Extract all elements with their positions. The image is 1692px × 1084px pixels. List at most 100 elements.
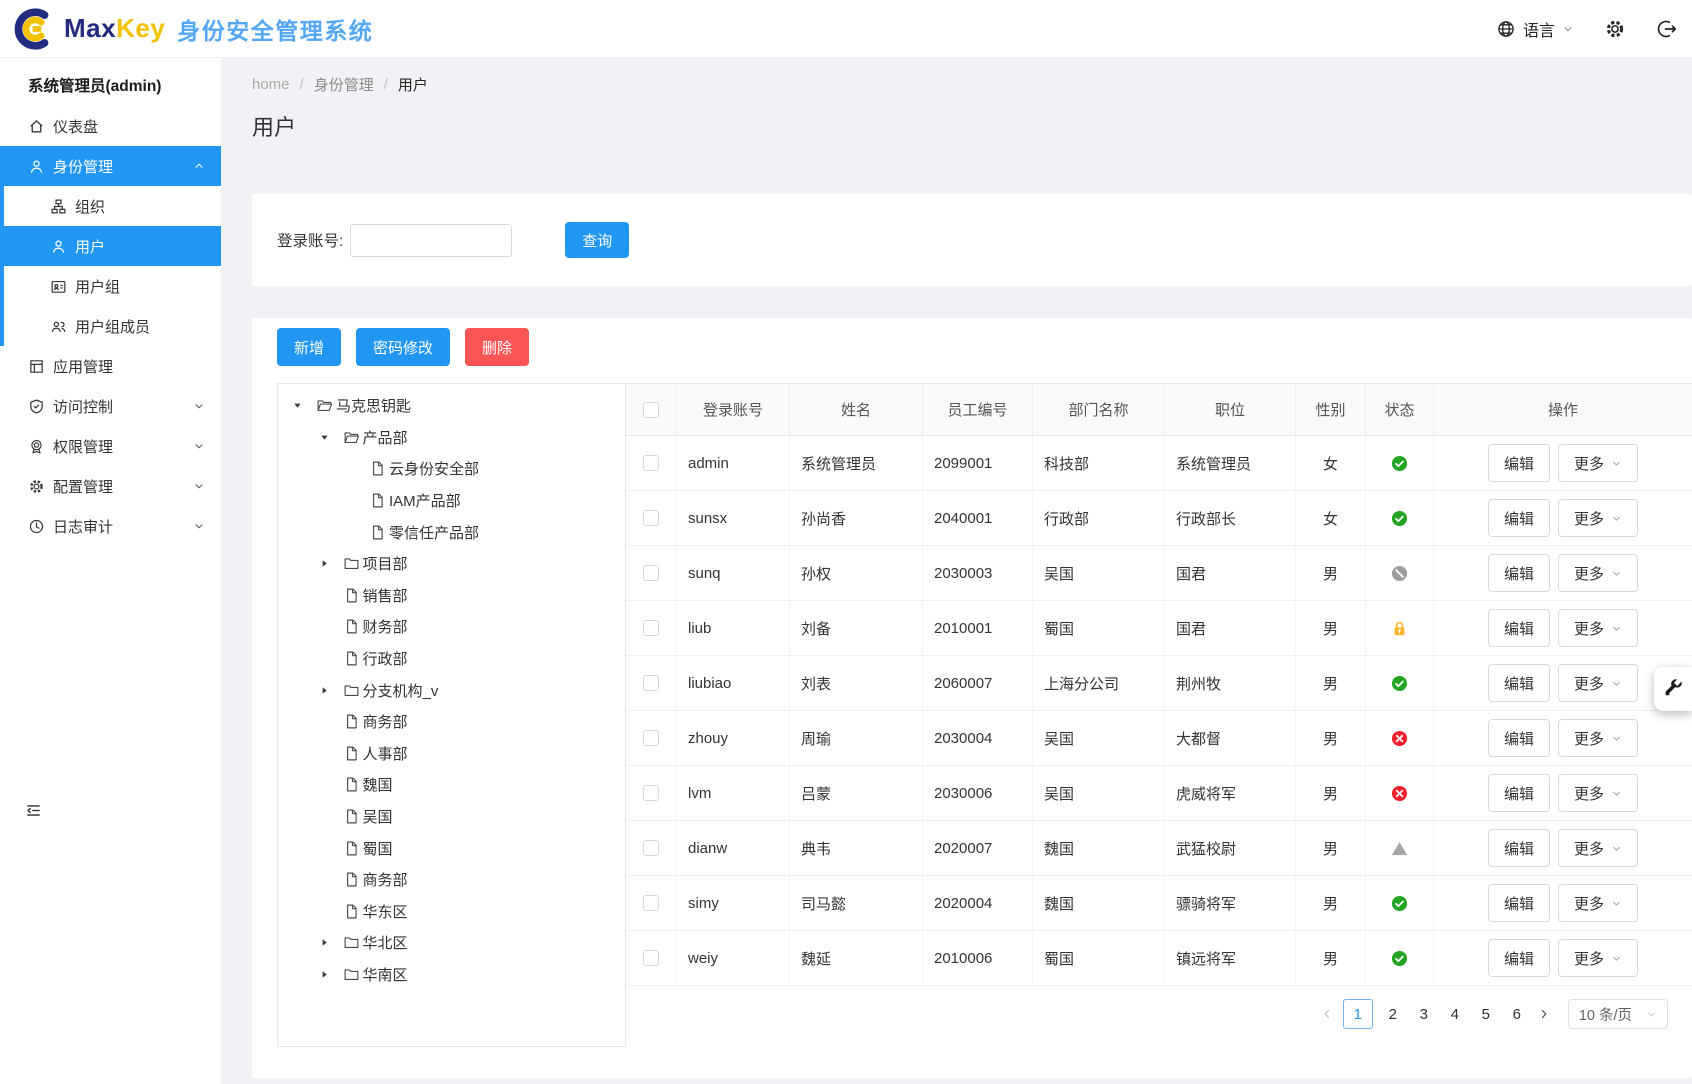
caret-down-icon[interactable] [292, 400, 316, 411]
status-locked-icon [1391, 620, 1408, 637]
sidebar-item-identity[interactable]: 身份管理 [0, 146, 221, 186]
change-password-button[interactable]: 密码修改 [356, 328, 450, 366]
row-checkbox[interactable] [643, 620, 659, 636]
row-checkbox[interactable] [643, 730, 659, 746]
tree-node[interactable]: 财务部 [278, 611, 625, 643]
sidebar-item-users[interactable]: 用户 [4, 226, 221, 266]
logout-button[interactable] [1656, 18, 1678, 40]
page-1-button[interactable]: 1 [1343, 999, 1373, 1029]
more-button[interactable]: 更多 [1558, 554, 1638, 592]
page-4-button[interactable]: 4 [1444, 999, 1466, 1029]
status-active-icon [1391, 895, 1408, 912]
tree-node[interactable]: 华北区 [278, 927, 625, 959]
edit-button[interactable]: 编辑 [1488, 444, 1550, 482]
row-checkbox[interactable] [643, 675, 659, 691]
prev-page-button[interactable] [1320, 1007, 1334, 1021]
edit-button[interactable]: 编辑 [1488, 554, 1550, 592]
sidebar-item-organizations[interactable]: 组织 [4, 186, 221, 226]
row-checkbox[interactable] [643, 895, 659, 911]
add-button[interactable]: 新增 [277, 328, 341, 366]
more-button[interactable]: 更多 [1558, 774, 1638, 812]
more-button[interactable]: 更多 [1558, 444, 1638, 482]
column-header-label: 姓名 [841, 399, 871, 420]
tree-node[interactable]: IAM产品部 [278, 485, 625, 517]
tree-node[interactable]: 行政部 [278, 643, 625, 675]
cell-employee_id: 2030004 [923, 711, 1033, 765]
caret-right-icon[interactable] [319, 969, 343, 980]
caret-right-icon[interactable] [319, 685, 343, 696]
tree-node[interactable]: 云身份安全部 [278, 453, 625, 485]
edit-button[interactable]: 编辑 [1488, 499, 1550, 537]
edit-button[interactable]: 编辑 [1488, 664, 1550, 702]
file-icon [343, 808, 360, 825]
tree-node[interactable]: 项目部 [278, 548, 625, 580]
more-button[interactable]: 更多 [1558, 884, 1638, 922]
account-input[interactable] [350, 224, 512, 257]
page-6-button[interactable]: 6 [1506, 999, 1528, 1029]
more-button[interactable]: 更多 [1558, 664, 1638, 702]
sidebar-item-permissions[interactable]: 权限管理 [0, 426, 221, 466]
sidebar-item-access-control[interactable]: 访问控制 [0, 386, 221, 426]
tree-node[interactable]: 商务部 [278, 706, 625, 738]
tree-node[interactable]: 吴国 [278, 801, 625, 833]
more-button[interactable]: 更多 [1558, 719, 1638, 757]
menu-collapse-button[interactable] [24, 802, 43, 822]
tree-node[interactable]: 华南区 [278, 959, 625, 991]
delete-button[interactable]: 删除 [465, 328, 529, 366]
edit-button[interactable]: 编辑 [1488, 609, 1550, 647]
chevron-down-icon [1611, 513, 1622, 524]
more-button[interactable]: 更多 [1558, 829, 1638, 867]
cell-checkbox [626, 931, 677, 985]
row-checkbox[interactable] [643, 840, 659, 856]
row-checkbox[interactable] [643, 785, 659, 801]
sidebar-item-audit-log[interactable]: 日志审计 [0, 506, 221, 546]
column-header-department: 部门名称 [1033, 384, 1165, 435]
sidebar-item-configuration[interactable]: 配置管理 [0, 466, 221, 506]
more-button-label: 更多 [1574, 893, 1604, 914]
breadcrumb-identity[interactable]: 身份管理 [314, 74, 374, 95]
page-5-button[interactable]: 5 [1475, 999, 1497, 1029]
page-size-select[interactable]: 10 条/页 [1568, 999, 1668, 1029]
tree-node[interactable]: 分支机构_v [278, 674, 625, 706]
column-header-status: 状态 [1366, 384, 1434, 435]
page-3-button[interactable]: 3 [1413, 999, 1435, 1029]
settings-button[interactable] [1604, 18, 1626, 40]
tree-node[interactable]: 魏国 [278, 769, 625, 801]
tree-node[interactable]: 产品部 [278, 422, 625, 454]
tree-node[interactable]: 华东区 [278, 896, 625, 928]
select-all-checkbox[interactable] [643, 402, 659, 418]
caret-right-icon[interactable] [319, 937, 343, 948]
floating-widget[interactable] [1654, 667, 1692, 711]
tree-node[interactable]: 商务部 [278, 864, 625, 896]
tree-node[interactable]: 马克思钥匙 [278, 390, 625, 422]
edit-button[interactable]: 编辑 [1488, 829, 1550, 867]
row-checkbox[interactable] [643, 565, 659, 581]
tree-node[interactable]: 销售部 [278, 580, 625, 612]
edit-button[interactable]: 编辑 [1488, 884, 1550, 922]
sidebar-item-group-members[interactable]: 用户组成员 [4, 306, 221, 346]
page-2-button[interactable]: 2 [1382, 999, 1404, 1029]
edit-button[interactable]: 编辑 [1488, 774, 1550, 812]
sidebar-item-app-management[interactable]: 应用管理 [0, 346, 221, 386]
more-button[interactable]: 更多 [1558, 609, 1638, 647]
row-checkbox[interactable] [643, 510, 659, 526]
cell-status [1366, 491, 1434, 545]
caret-right-icon[interactable] [319, 558, 343, 569]
more-button[interactable]: 更多 [1558, 939, 1638, 977]
breadcrumb-home[interactable]: home [252, 76, 290, 93]
chevron-down-icon [1646, 1009, 1657, 1020]
caret-down-icon[interactable] [319, 432, 343, 443]
edit-button[interactable]: 编辑 [1488, 939, 1550, 977]
tree-node[interactable]: 人事部 [278, 738, 625, 770]
row-checkbox[interactable] [643, 455, 659, 471]
row-checkbox[interactable] [643, 950, 659, 966]
language-switcher[interactable]: 语言 [1496, 17, 1574, 41]
next-page-button[interactable] [1537, 1007, 1551, 1021]
query-button[interactable]: 查询 [565, 222, 629, 258]
sidebar-item-user-groups[interactable]: 用户组 [4, 266, 221, 306]
tree-node[interactable]: 零信任产品部 [278, 516, 625, 548]
sidebar-item-dashboard[interactable]: 仪表盘 [0, 106, 221, 146]
tree-node[interactable]: 蜀国 [278, 832, 625, 864]
more-button[interactable]: 更多 [1558, 499, 1638, 537]
edit-button[interactable]: 编辑 [1488, 719, 1550, 757]
